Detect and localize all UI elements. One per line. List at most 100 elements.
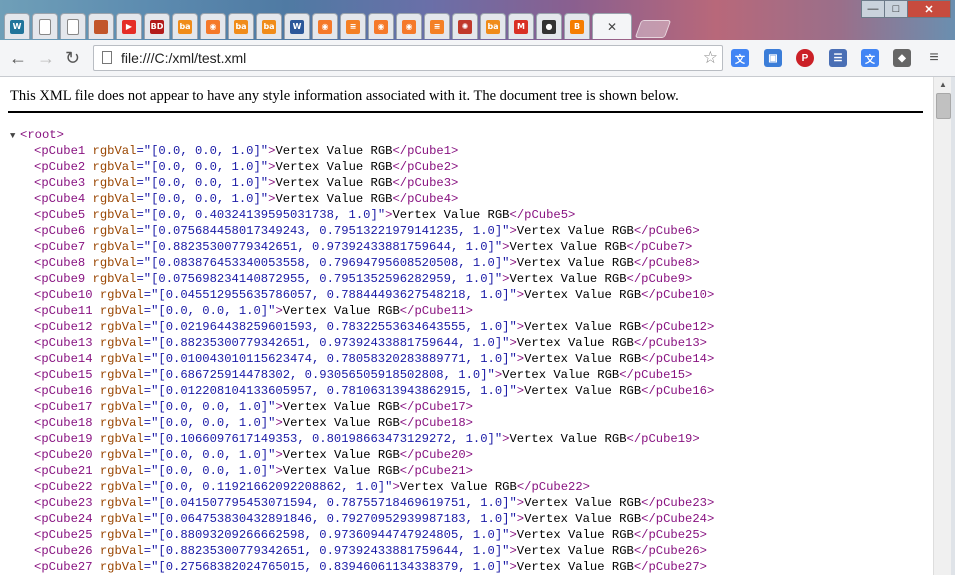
scroll-up-icon[interactable]: ▲ <box>934 77 952 91</box>
address-bar[interactable]: file:///C:/xml/test.xml ☆ <box>93 45 723 71</box>
attribute-value: [0.0, 0.0, 1.0] <box>151 176 261 190</box>
ba-tab-2[interactable]: ba <box>228 13 254 39</box>
gmail-tab[interactable]: M <box>508 13 534 39</box>
word-tab[interactable]: W <box>284 13 310 39</box>
hammer-tab[interactable] <box>88 13 114 39</box>
reload-button[interactable]: ↻ <box>65 48 80 68</box>
bookmark-star-icon[interactable]: ☆ <box>703 48 718 68</box>
attribute-value: [0.075698234140872955, 0.795135259628295… <box>151 272 495 286</box>
forward-button[interactable]: → <box>37 48 55 68</box>
open-tag-name: pCube5 <box>41 208 86 222</box>
vertical-scrollbar[interactable]: ▲ <box>933 77 952 575</box>
close-tag-bracket: </ <box>641 320 656 334</box>
stack-tab-1[interactable]: ≡ <box>340 13 366 39</box>
close-tag-bracket: </ <box>626 432 642 446</box>
xml-node: <pCube11 rgbVal="[0.0, 0.0, 1.0]">Vertex… <box>10 303 714 319</box>
open-tag-close: > <box>275 304 283 318</box>
ba-tab-3[interactable]: ba <box>256 13 282 39</box>
node-text: Vertex Value RGB <box>524 384 642 398</box>
address-url[interactable]: file:///C:/xml/test.xml <box>121 50 246 66</box>
open-tag-name: pCube20 <box>41 448 93 462</box>
close-tag-end: > <box>582 480 590 494</box>
youtube-tab[interactable]: ▶ <box>116 13 142 39</box>
collapse-toggle-icon[interactable]: ▼ <box>10 128 20 144</box>
close-tag-end: > <box>451 176 459 190</box>
atom-tab[interactable]: ✺ <box>452 13 478 39</box>
tab-strip: W ▶ BD ba ◉ ba ba W ◉ ≡ ◉ ◉ ≡ ✺ ba M ● B ✕ — □ ✕ <box>0 0 955 40</box>
open-tag-name: pCube27 <box>41 560 93 574</box>
open-tag-name: pCube21 <box>41 464 93 478</box>
blender-tab-1[interactable]: ◉ <box>200 13 226 39</box>
close-tag-end: > <box>465 416 473 430</box>
attribute-equals: =" <box>136 240 152 254</box>
close-tag-name: pCube6 <box>648 224 693 238</box>
tab-close-icon[interactable]: ✕ <box>607 20 617 34</box>
open-tag-name: pCube17 <box>41 400 93 414</box>
node-text: Vertex Value RGB <box>524 288 642 302</box>
close-tag-end: > <box>706 496 715 510</box>
style-notice: This XML file does not appear to have an… <box>10 88 679 104</box>
blogger-tab[interactable]: B <box>564 13 590 39</box>
root-node[interactable]: ▼ <root> <box>10 127 714 143</box>
image-icon[interactable]: ▣ <box>764 49 782 67</box>
attribute-value: [0.88235300779342651, 0.9739243388175964… <box>158 336 503 350</box>
blender-tab-4[interactable]: ◉ <box>396 13 422 39</box>
wordpress-tab[interactable]: W <box>4 13 30 39</box>
node-text: Vertex Value RGB <box>509 272 627 286</box>
attribute-equals: =" <box>143 496 159 510</box>
document-tab-1[interactable] <box>32 13 58 39</box>
tag-icon[interactable]: ◆ <box>893 49 911 67</box>
active-tab[interactable]: ✕ <box>592 13 632 39</box>
ba-tab-4[interactable]: ba <box>480 13 506 39</box>
ba-tab-1[interactable]: ba <box>172 13 198 39</box>
translate-icon[interactable]: 文 <box>731 49 749 67</box>
close-tag-bracket: </ <box>633 256 649 270</box>
attribute-quote: " <box>509 512 517 526</box>
open-tag-name: pCube3 <box>41 176 86 190</box>
menu-icon[interactable]: ≡ <box>925 49 943 67</box>
open-tag-name: pCube2 <box>41 160 86 174</box>
scrollbar-thumb[interactable] <box>936 93 951 119</box>
pinterest-icon[interactable]: P <box>796 49 814 67</box>
notes-icon[interactable]: ☰ <box>829 49 847 67</box>
translate-icon[interactable]: 文 <box>861 49 879 67</box>
xml-node: <pCube7 rgbVal="[0.88235300779342651, 0.… <box>10 239 714 255</box>
attribute-value: [0.0, 0.0, 1.0] <box>151 160 261 174</box>
document-tab-2[interactable] <box>60 13 86 39</box>
attribute-equals: =" <box>143 304 159 318</box>
blender-tab-2[interactable]: ◉ <box>312 13 338 39</box>
close-tag-name: pCube24 <box>655 512 707 526</box>
document-icon <box>67 18 79 35</box>
blender-tab-3[interactable]: ◉ <box>368 13 394 39</box>
close-tag-end: > <box>685 240 693 254</box>
open-tag-name: pCube7 <box>41 240 86 254</box>
minimize-button[interactable]: — <box>861 0 885 18</box>
back-button[interactable]: ← <box>9 48 27 68</box>
node-text: Vertex Value RGB <box>392 208 510 222</box>
bd-tab[interactable]: BD <box>144 13 170 39</box>
close-tag-end: > <box>699 560 707 574</box>
github-tab[interactable]: ● <box>536 13 562 39</box>
attribute-equals: =" <box>143 416 159 430</box>
word-icon: W <box>290 19 304 34</box>
stack-tab-2[interactable]: ≡ <box>424 13 450 39</box>
attribute-value: [0.083876453340053558, 0.796947956085205… <box>151 256 503 270</box>
node-text: Vertex Value RGB <box>516 544 634 558</box>
xml-node: <pCube24 rgbVal="[0.064753830432891846, … <box>10 511 714 527</box>
new-tab-button[interactable] <box>634 20 672 38</box>
xml-node: <pCube20 rgbVal="[0.0, 0.0, 1.0]">Vertex… <box>10 447 714 463</box>
close-tag-end: > <box>451 192 459 206</box>
maximize-button[interactable]: □ <box>884 0 908 18</box>
attribute-equals: =" <box>136 144 152 158</box>
window-close-button[interactable]: ✕ <box>907 0 951 18</box>
attribute-value: [0.0, 0.0, 1.0] <box>158 464 269 478</box>
node-text: Vertex Value RGB <box>275 176 393 190</box>
tab-list: W ▶ BD ba ◉ ba ba W ◉ ≡ ◉ ◉ ≡ ✺ ba M ● B ✕ <box>4 13 672 40</box>
open-tag-name: pCube25 <box>41 528 93 542</box>
attribute-value: [0.0, 0.40324139595031738, 1.0] <box>151 208 378 222</box>
